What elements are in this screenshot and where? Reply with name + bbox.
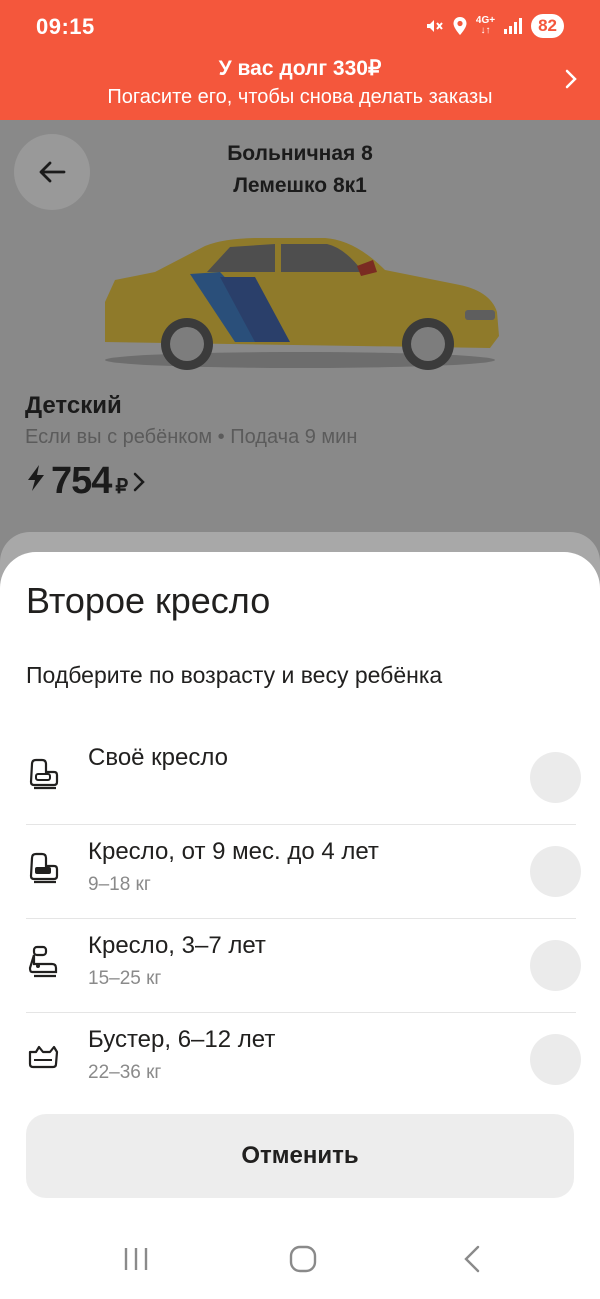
seat-option-label: Своё кресло (88, 744, 228, 771)
seat-option-radio[interactable] (530, 940, 581, 991)
network-type: 4G+ ↓↑ (476, 16, 495, 36)
cancel-button[interactable]: Отменить (26, 1114, 574, 1198)
second-seat-sheet: Второе кресло Подберите по возрасту и ве… (0, 552, 600, 1299)
status-time: 09:15 (36, 14, 95, 39)
debt-title: У вас долг 330₽ (218, 57, 382, 80)
order-background: Больничная 8 Лемешко 8к1 Детский Если вы… (0, 120, 600, 592)
price-currency: ₽ (115, 476, 129, 498)
tariff-description: Если вы с ребёнком • Подача 9 мин (25, 426, 358, 448)
seat-option-booster[interactable]: Бустер, 6–12 лет 22–36 кг (0, 1012, 600, 1106)
seat-option-weight: 15–25 кг (88, 968, 162, 989)
seat-option-own[interactable]: Своё кресло (0, 730, 600, 824)
seat-option-label: Кресло, 3–7 лет (88, 932, 266, 959)
own-seat-icon (29, 758, 59, 790)
status-bar: 09:15 4G+ ↓↑ 82 (0, 0, 600, 56)
lightning-icon (28, 465, 44, 491)
data-arrows-icon: ↓↑ (480, 25, 491, 36)
seat-option-child[interactable]: Кресло, 3–7 лет 15–25 кг (0, 918, 600, 1012)
chevron-right-icon (565, 69, 577, 89)
recents-icon[interactable] (122, 1244, 150, 1274)
booster-icon (28, 1045, 59, 1069)
location-icon (453, 17, 467, 35)
sheet-subtitle: Подберите по возрасту и весу ребёнка (26, 662, 443, 688)
seat-option-weight: 22–36 кг (88, 1062, 162, 1083)
seat-option-infant[interactable]: Кресло, от 9 мес. до 4 лет 9–18 кг (0, 824, 600, 918)
seat-option-radio[interactable] (530, 1034, 581, 1085)
status-icons: 4G+ ↓↑ 82 (424, 14, 564, 38)
child-seat-icon (28, 945, 58, 978)
seat-option-weight: 9–18 кг (88, 874, 151, 895)
taxi-car-image (105, 238, 499, 370)
route-from: Больничная 8 (227, 142, 373, 165)
price-value: 754 (51, 460, 112, 502)
system-nav-bar (0, 1226, 600, 1299)
debt-subtitle: Погасите его, чтобы снова делать заказы (107, 86, 493, 108)
signal-icon (504, 18, 523, 34)
infant-seat-icon (29, 852, 59, 884)
debt-banner[interactable]: 09:15 4G+ ↓↑ 82 У вас долг 330₽ Погасите… (0, 0, 600, 120)
home-icon[interactable] (288, 1244, 318, 1274)
seat-option-radio[interactable] (530, 752, 581, 803)
back-icon[interactable] (460, 1244, 484, 1274)
tariff-name: Детский (25, 392, 122, 419)
seat-option-label: Бустер, 6–12 лет (88, 1026, 276, 1053)
battery-level: 82 (531, 14, 564, 38)
route-to: Лемешко 8к1 (233, 174, 367, 197)
chevron-right-icon (133, 472, 145, 492)
sheet-title: Второе кресло (26, 580, 271, 621)
mute-icon (426, 20, 443, 32)
price-row[interactable]: 754 ₽ (25, 460, 146, 503)
seat-option-radio[interactable] (530, 846, 581, 897)
seat-option-label: Кресло, от 9 мес. до 4 лет (88, 838, 379, 865)
